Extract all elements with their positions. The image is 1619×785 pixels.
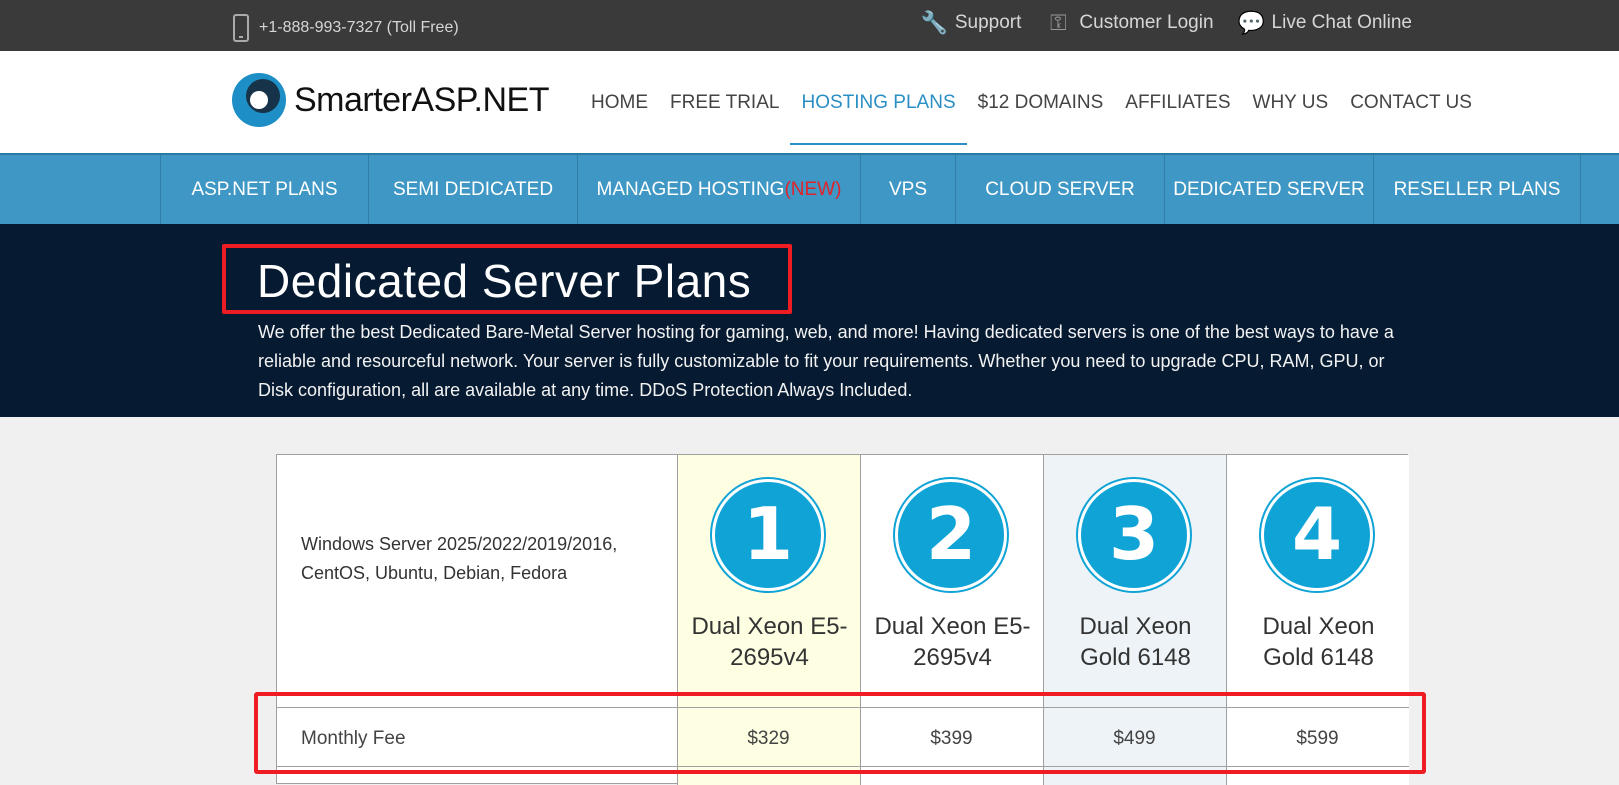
plan-cpu-line-1: Dual Xeon — [1262, 613, 1375, 640]
key-icon: ⚿ — [1050, 10, 1067, 35]
plan-cpu-line-1: Dual Xeon E5- — [691, 613, 848, 640]
chat-icon: 💬 — [1237, 10, 1265, 35]
nav-affiliates[interactable]: AFFILIATES — [1114, 91, 1241, 121]
subnav-semi-dedicated[interactable]: SEMI DEDICATED — [368, 155, 577, 224]
plan-cpu: Dual Xeon Gold 6148 — [1227, 611, 1410, 673]
plan-number-badge: 1 — [712, 479, 824, 591]
hero-section: Dedicated Server Plans We offer the best… — [0, 224, 1619, 417]
nav-why-us[interactable]: WHY US — [1242, 91, 1340, 121]
nav-domains[interactable]: $12 DOMAINS — [967, 91, 1115, 121]
plan-cpu-line-2: 2695v4 — [730, 644, 809, 671]
logo-text: SmarterASP.NET — [294, 80, 550, 119]
support-label: Support — [954, 12, 1022, 33]
plan-number-badge: 4 — [1261, 479, 1373, 591]
subnav-cloud-server-label: CLOUD SERVER — [985, 178, 1135, 200]
wrench-icon: 🔧 — [920, 10, 949, 35]
plan-cpu-line-2: 2695v4 — [913, 644, 992, 671]
customer-login-link[interactable]: ⚿ Customer Login — [1045, 10, 1214, 36]
subnav-aspnet-plans[interactable]: ASP.NET PLANS — [160, 155, 368, 224]
site-header: SmarterASP.NET HOME FREE TRIAL HOSTING P… — [0, 51, 1619, 153]
site-logo[interactable]: SmarterASP.NET — [232, 73, 550, 127]
nav-hosting-plans[interactable]: HOSTING PLANS — [790, 91, 967, 145]
nav-home[interactable]: HOME — [580, 91, 659, 121]
hero-description: We offer the best Dedicated Bare-Metal S… — [258, 322, 1394, 400]
subnav-managed-hosting[interactable]: MANAGED HOSTING (NEW) — [577, 155, 860, 224]
plan-cpu-line-1: Dual Xeon — [1079, 613, 1192, 640]
os-support-text: Windows Server 2025/2022/2019/2016, Cent… — [301, 530, 661, 588]
plan-cpu-line-1: Dual Xeon E5- — [874, 613, 1031, 640]
subnav-dedicated-server[interactable]: DEDICATED SERVER — [1164, 155, 1373, 224]
nav-free-trial[interactable]: FREE TRIAL — [659, 91, 790, 121]
os-line-1: Windows Server 2025/2022/2019/2016, — [301, 534, 618, 554]
nav-contact-us[interactable]: CONTACT US — [1339, 91, 1483, 121]
subnav-reseller-plans-label: RESELLER PLANS — [1393, 178, 1561, 200]
plan-number-badge: 3 — [1078, 479, 1190, 591]
plan-cpu: Dual Xeon Gold 6148 — [1044, 611, 1227, 673]
plan-cpu: Dual Xeon E5- 2695v4 — [678, 611, 861, 673]
support-link[interactable]: 🔧 Support — [921, 10, 1022, 36]
live-chat-label: Live Chat Online — [1271, 12, 1412, 33]
customer-login-label: Customer Login — [1079, 12, 1214, 33]
phone-number[interactable]: +1-888-993-7327 (Toll Free) — [233, 14, 459, 42]
subnav-vps-label: VPS — [888, 178, 928, 200]
fee-highlight-box — [254, 692, 1426, 774]
subnav-reseller-plans[interactable]: RESELLER PLANS — [1373, 155, 1581, 224]
main-nav: HOME FREE TRIAL HOSTING PLANS $12 DOMAIN… — [580, 91, 1483, 145]
phone-icon — [233, 14, 249, 42]
subnav-semi-dedicated-label: SEMI DEDICATED — [392, 178, 554, 200]
plan-cpu-line-2: Gold 6148 — [1263, 644, 1374, 671]
new-badge: (NEW) — [784, 178, 842, 200]
phone-text: +1-888-993-7327 (Toll Free) — [259, 19, 459, 36]
subnav-vps[interactable]: VPS — [860, 155, 955, 224]
top-bar: +1-888-993-7327 (Toll Free) 🔧 Support ⚿ … — [0, 0, 1619, 51]
plan-cpu-line-2: Gold 6148 — [1080, 644, 1191, 671]
plan-number-badge: 2 — [895, 479, 1007, 591]
sub-nav: ASP.NET PLANS SEMI DEDICATED MANAGED HOS… — [0, 153, 1619, 224]
subnav-managed-hosting-label: MANAGED HOSTING — [596, 178, 785, 200]
plan-cpu: Dual Xeon E5- 2695v4 — [861, 611, 1044, 673]
subnav-cloud-server[interactable]: CLOUD SERVER — [955, 155, 1164, 224]
os-line-2: CentOS, Ubuntu, Debian, Fedora — [301, 563, 568, 583]
top-links: 🔧 Support ⚿ Customer Login 💬 Live Chat O… — [921, 10, 1412, 36]
live-chat-link[interactable]: 💬 Live Chat Online — [1238, 10, 1412, 36]
page-title: Dedicated Server Plans — [257, 255, 752, 307]
subnav-aspnet-plans-label: ASP.NET PLANS — [191, 178, 338, 200]
subnav-dedicated-server-label: DEDICATED SERVER — [1173, 178, 1365, 200]
logo-mark-icon — [232, 73, 286, 127]
